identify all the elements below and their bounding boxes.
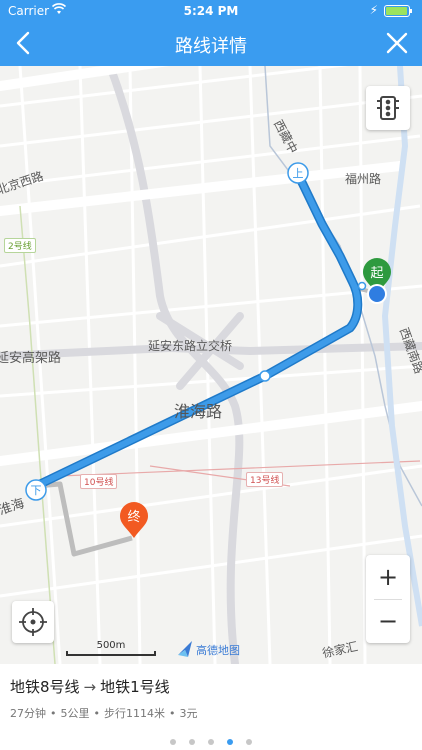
locate-button[interactable]: [12, 601, 54, 643]
duration-label: 27分钟: [10, 707, 46, 720]
map-scale: 500m: [66, 640, 156, 656]
route-summary-panel[interactable]: 地铁8号线 → 地铁1号线 27分钟 • 5公里 • 步行1114米 • 3元: [0, 664, 422, 750]
traffic-light-icon: [377, 96, 399, 120]
page-dot[interactable]: [188, 739, 195, 745]
page-dot[interactable]: [208, 739, 214, 745]
status-bar: Carrier 5:24 PM ⚡: [0, 0, 422, 22]
end-marker-label: 终: [127, 509, 140, 525]
walking-label: 步行1114米: [104, 707, 165, 720]
navigation-header: Carrier 5:24 PM ⚡ 路线详情: [0, 0, 422, 66]
current-location-dot: [367, 284, 387, 304]
map-label-line-13: 13号线: [246, 472, 284, 487]
charging-icon: ⚡: [369, 3, 378, 17]
traffic-toggle-button[interactable]: [366, 86, 410, 130]
map-label-line-10: 10号线: [80, 474, 118, 489]
end-marker[interactable]: 终: [118, 502, 150, 542]
battery-icon: [384, 5, 412, 17]
map-label-yanan-interchange: 延安东路立交桥: [148, 339, 233, 353]
close-icon: [386, 32, 408, 54]
amap-logo-icon: [178, 641, 192, 657]
clock: 5:24 PM: [183, 4, 239, 18]
board-station-marker[interactable]: 上: [287, 162, 309, 184]
board-marker-label: 上: [293, 167, 304, 180]
close-button[interactable]: [382, 28, 412, 58]
map-label-huaihai-road: 淮海路: [174, 402, 223, 421]
map-canvas: [0, 66, 422, 664]
page-dot-active[interactable]: [227, 739, 234, 745]
distance-label: 5公里: [60, 707, 90, 720]
page-indicator[interactable]: [0, 730, 422, 749]
zoom-out-button[interactable]: −: [366, 599, 410, 643]
map-label-line-2: 2号线: [4, 238, 36, 253]
alight-marker-label: 下: [31, 484, 42, 497]
alight-station-marker[interactable]: 下: [25, 479, 47, 501]
map-label-fuzhou-road: 福州路: [345, 172, 382, 186]
transfer-arrow-icon: →: [83, 678, 97, 696]
meta-separator: •: [50, 707, 57, 720]
meta-separator: •: [169, 707, 176, 720]
page-dot[interactable]: [169, 739, 176, 745]
to-line-label: 地铁1号线: [100, 678, 170, 696]
scale-label: 500m: [96, 640, 126, 651]
from-line-label: 地铁8号线: [10, 678, 80, 696]
zoom-controls: + −: [366, 555, 410, 643]
zoom-in-button[interactable]: +: [366, 555, 410, 599]
route-map[interactable]: 西藏中 福州路 北京西路 2号线 延安高架路 延安东路立交桥 淮海路 淮海 10…: [0, 66, 422, 664]
amap-logo-text: 高德地图: [196, 644, 240, 657]
meta-separator: •: [93, 707, 101, 720]
page-title: 路线详情: [175, 36, 247, 57]
map-provider-logo: 高德地图: [176, 639, 240, 659]
scale-bar: [66, 651, 156, 656]
price-label: 3元: [179, 707, 198, 720]
start-marker-label: 起: [370, 266, 383, 281]
route-lines: 地铁8号线 → 地铁1号线: [10, 676, 170, 697]
crosshair-icon: [19, 608, 47, 636]
page-dot[interactable]: [246, 739, 253, 745]
route-meta: 27分钟 • 5公里 • 步行1114米 • 3元: [10, 705, 198, 721]
map-label-yanan-elevated: 延安高架路: [0, 351, 62, 366]
